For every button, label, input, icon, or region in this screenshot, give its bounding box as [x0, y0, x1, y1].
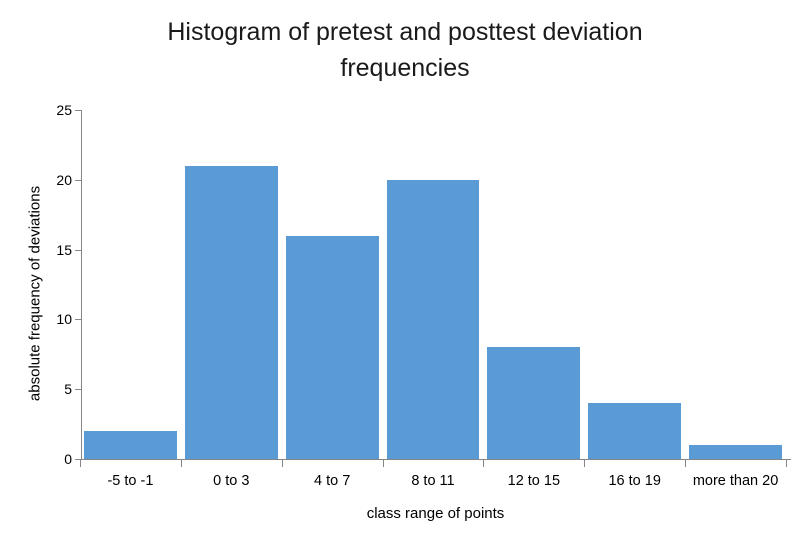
x-axis-tick-mark	[181, 460, 182, 467]
y-axis-tick-mark	[75, 319, 81, 320]
x-axis-tick-mark	[685, 460, 686, 467]
y-axis-tick-label: 15	[56, 242, 72, 258]
x-axis-tick-label: -5 to -1	[107, 473, 154, 489]
x-axis-tick-label: 0 to 3	[213, 473, 250, 489]
chart-title-line-2: frequencies	[340, 54, 470, 82]
bar	[588, 403, 682, 459]
bar	[689, 445, 782, 459]
bar	[386, 179, 480, 459]
x-axis-tick-mark	[584, 460, 585, 467]
bar	[487, 347, 581, 459]
chart-title-line-1: Histogram of pretest and posttest deviat…	[167, 18, 643, 46]
bar	[84, 431, 177, 459]
x-axis-tick-label: 8 to 11	[411, 473, 455, 489]
x-axis-tick-label: more than 20	[692, 473, 779, 489]
y-axis-tick-label: 0	[64, 451, 72, 467]
chart-title: Histogram of pretest and posttest deviat…	[105, 14, 705, 86]
histogram-chart: Histogram of pretest and posttest deviat…	[0, 0, 810, 540]
x-axis-tick-mark	[282, 460, 283, 467]
y-axis-tick-mark	[75, 180, 81, 181]
bar	[285, 235, 379, 459]
x-axis-tick-mark	[80, 460, 81, 467]
y-axis-tick-mark	[75, 250, 81, 251]
y-axis-tick-labels: 0 5 10 15 20 25	[27, 0, 72, 540]
y-axis-line	[81, 110, 82, 460]
x-axis-tick-mark	[383, 460, 384, 467]
y-axis-tick-label: 20	[56, 172, 72, 188]
plot-area	[84, 110, 790, 459]
y-axis-tick-mark	[75, 110, 81, 111]
x-axis-tick-label: 4 to 7	[313, 473, 351, 489]
y-axis-tick-mark	[75, 389, 81, 390]
x-axis-title: class range of points	[366, 505, 505, 522]
y-axis-tick-label: 25	[56, 102, 72, 118]
x-axis-tick-label: 12 to 15	[507, 473, 561, 489]
y-axis-tick-label: 5	[64, 381, 72, 397]
bar	[184, 165, 278, 459]
y-axis-tick-label: 10	[56, 311, 72, 327]
x-axis-tick-mark	[786, 460, 787, 467]
x-axis-tick-label: 16 to 19	[608, 473, 661, 489]
x-axis-tick-mark	[483, 460, 484, 467]
